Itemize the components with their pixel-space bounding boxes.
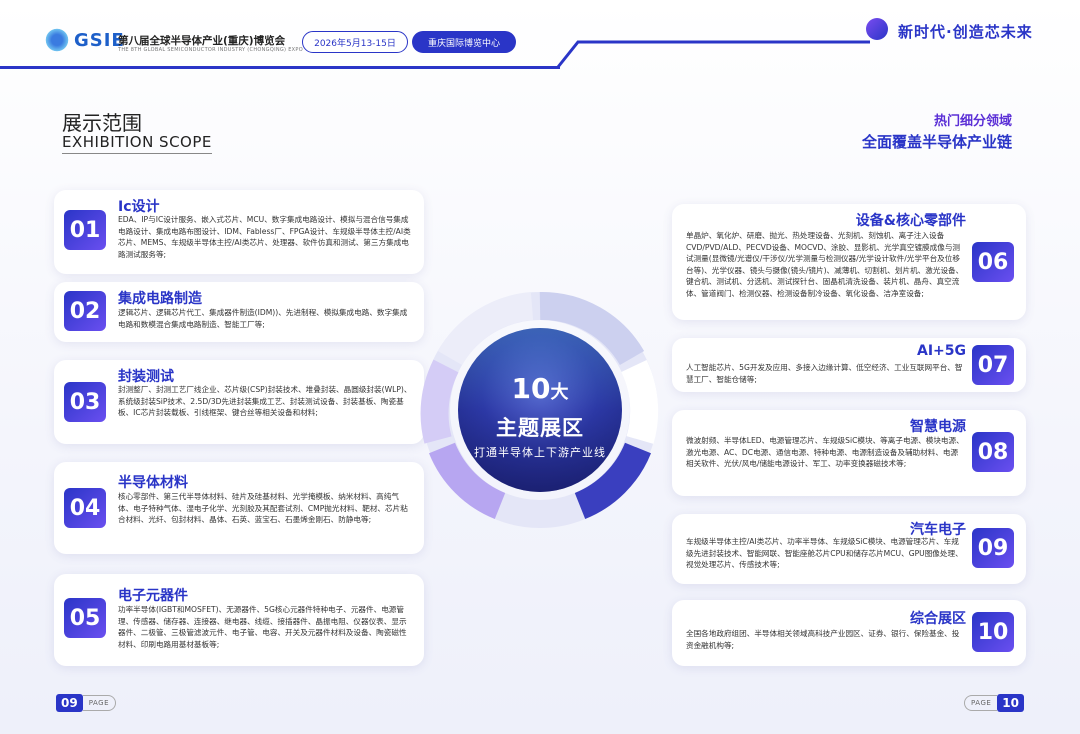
scope-card-06: 设备&核心零部件 单晶炉、氧化炉、研磨、抛光、热处理设备、光刻机、刻蚀机、离子注… xyxy=(672,204,1026,320)
ring-segment-left xyxy=(420,359,459,444)
card-title: 电子元器件 xyxy=(118,588,188,604)
scope-card-02: 02 集成电路制造 逻辑芯片、逻辑芯片代工、集成器件制造(IDM))、先进制程、… xyxy=(54,282,424,342)
card-body: 功率半导体(IGBT和MOSFET)、无源器件、5G核心元器件特种电子、元器件、… xyxy=(118,605,407,649)
scope-card-08: 智慧电源 微波射频、半导体LED、电源管理芯片、车规级SiC模块、等离子电源、模… xyxy=(672,410,1026,496)
card-number: 03 xyxy=(64,382,106,422)
card-body: 车规级半导体主控/AI类芯片、功率半导体、车规级SiC模块、电源管理芯片、车规级… xyxy=(686,537,963,569)
card-title: 设备&核心零部件 xyxy=(855,213,966,229)
slogan-text: 新时代·创造芯未来 xyxy=(898,23,1033,41)
page-label: PAGE xyxy=(82,695,116,711)
zone-main-title: 主题展区 xyxy=(496,416,584,440)
full-coverage-tag: 全面覆盖半导体产业链 xyxy=(861,133,1012,151)
card-body: 微波射频、半导体LED、电源管理芯片、车规级SiC模块、等离子电源、模块电源、激… xyxy=(686,436,964,468)
ring-segment-right xyxy=(621,359,659,444)
scope-card-10: 综合展区 全国各地政府组团、半导体相关领域高科技产业园区、证券、银行、保险基金、… xyxy=(672,600,1026,666)
card-body: 人工智能芯片、5G开发及应用、多接入边缘计算、低空经济、工业互联网平台、智慧工厂… xyxy=(686,363,963,384)
scope-card-05: 05 电子元器件 功率半导体(IGBT和MOSFET)、无源器件、5G核心元器件… xyxy=(54,574,424,666)
card-number: 04 xyxy=(64,488,106,528)
card-number: 05 xyxy=(64,598,106,638)
scope-card-03: 03 封装测试 封测整厂、封测工艺厂线企业、芯片级(CSP)封装技术、堆叠封装、… xyxy=(54,360,424,444)
card-number: 10 xyxy=(972,612,1014,652)
zone-count-unit: 大 xyxy=(550,382,569,403)
card-number: 02 xyxy=(64,291,106,331)
zone-count: 10大 xyxy=(458,372,622,405)
scope-card-01: 01 Ic设计 EDA、IP与IC设计服务、嵌入式芯片、MCU、数字集成电路设计… xyxy=(54,190,424,274)
card-number: 08 xyxy=(972,432,1014,472)
slogan: 新时代·创造芯未来 xyxy=(866,18,1058,42)
card-body: EDA、IP与IC设计服务、嵌入式芯片、MCU、数字集成电路设计、模拟与混合信号… xyxy=(118,215,411,259)
card-title: 半导体材料 xyxy=(118,475,188,491)
page-label: PAGE xyxy=(964,695,998,711)
card-number: 07 xyxy=(972,345,1014,385)
scope-card-09: 汽车电子 车规级半导体主控/AI类芯片、功率半导体、车规级SiC模块、电源管理芯… xyxy=(672,514,1026,584)
zone-subtitle: 打通半导体上下游产业线 xyxy=(474,446,606,459)
card-body: 封测整厂、封测工艺厂线企业、芯片级(CSP)封装技术、堆叠封装、晶圆级封装(WL… xyxy=(118,385,412,417)
header: GSIE 第八届全球半导体产业(重庆)博览会 THE 8TH GLOBAL SE… xyxy=(0,0,1080,70)
card-title: 封装测试 xyxy=(118,369,174,385)
card-title: 综合展区 xyxy=(910,611,966,627)
card-body: 核心零部件、第三代半导体材料、硅片及硅基材料、光学掩模板、纳米材料、高纯气体、电… xyxy=(118,492,408,524)
page-num: 10 xyxy=(997,694,1024,712)
card-body: 逻辑芯片、逻辑芯片代工、集成器件制造(IDM))、先进制程、模拟集成电路、数字集… xyxy=(118,308,408,329)
card-number: 06 xyxy=(972,242,1014,282)
hot-segments-tag: 热门细分领域 xyxy=(933,114,1012,129)
zone-count-number: 10 xyxy=(511,372,551,405)
brochure-page: GSIE 第八届全球半导体产业(重庆)博览会 THE 8TH GLOBAL SE… xyxy=(0,0,1080,734)
section-title-en: EXHIBITION SCOPE xyxy=(62,133,212,151)
card-title: 集成电路制造 xyxy=(118,291,202,307)
card-title: 智慧电源 xyxy=(910,419,966,435)
page-number-right: PAGE 10 xyxy=(964,694,1024,712)
card-body: 单晶炉、氧化炉、研磨、抛光、热处理设备、光刻机、刻蚀机、离子注入设备CVD/PV… xyxy=(686,231,964,298)
exhibition-hall-photo: 10大 主题展区 打通半导体上下游产业线 xyxy=(458,328,622,492)
page-number-left: 09 PAGE xyxy=(56,694,116,712)
card-body: 全国各地政府组团、半导体相关领域高科技产业园区、证券、银行、保险基金、投资金融机… xyxy=(686,629,960,650)
center-ring: 10大 主题展区 打通半导体上下游产业线 xyxy=(420,290,660,530)
card-title: AI+5G xyxy=(916,343,966,359)
card-number: 09 xyxy=(972,528,1014,568)
photo-overlay xyxy=(458,328,622,492)
card-number: 01 xyxy=(64,210,106,250)
scope-card-07: AI+5G 人工智能芯片、5G开发及应用、多接入边缘计算、低空经济、工业互联网平… xyxy=(672,338,1026,392)
title-divider xyxy=(62,153,212,154)
slogan-dot-icon xyxy=(866,18,888,40)
page-num: 09 xyxy=(56,694,83,712)
scope-card-04: 04 半导体材料 核心零部件、第三代半导体材料、硅片及硅基材料、光学掩模板、纳米… xyxy=(54,462,424,554)
section-title-cn: 展示范围 xyxy=(62,111,142,135)
card-title: Ic设计 xyxy=(118,199,160,215)
